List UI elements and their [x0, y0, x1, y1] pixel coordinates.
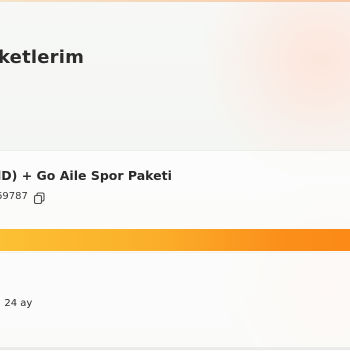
contract-duration-value: 24 ay — [4, 298, 32, 309]
package-number-row: 69787 — [0, 189, 46, 203]
package-status-bar — [0, 229, 350, 251]
card-divider — [0, 252, 350, 253]
copy-icon[interactable] — [33, 190, 46, 203]
top-accent-line — [0, 0, 350, 2]
package-number: 69787 — [0, 191, 28, 202]
page-title: ketlerim — [0, 47, 84, 68]
package-name: lD) + Go Aile Spor Paketi — [0, 168, 172, 183]
contract-duration-row: : 24 ay — [0, 296, 32, 310]
